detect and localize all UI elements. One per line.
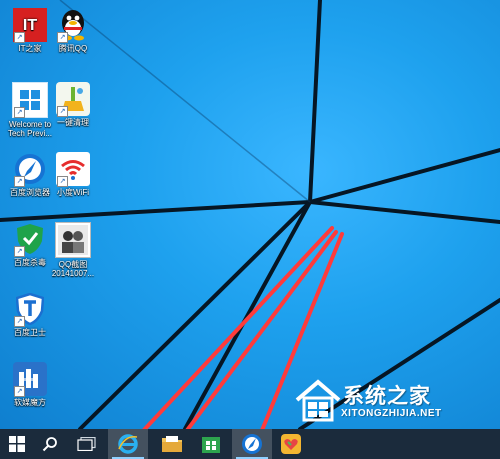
heart-icon <box>281 434 301 454</box>
icon-label: 百度卫士 <box>14 328 46 337</box>
screenshot-thumbnail-icon <box>55 222 91 258</box>
windows-logo-icon: ↗ <box>12 82 48 118</box>
desktop-icon-xiaodu-wifi[interactable]: ↗ 小度WiFi <box>45 152 101 197</box>
icon-label: 腾讯QQ <box>58 44 88 53</box>
desktop: IT ↗ IT之家 ↗ 腾讯QQ ↗ Welcome to Tech Previ… <box>0 0 500 429</box>
qq-penguin-icon: ↗ <box>56 8 90 43</box>
ie-icon <box>118 434 138 454</box>
it-home-icon: IT ↗ <box>13 8 47 43</box>
task-view-icon <box>77 437 96 451</box>
watermark-url: XITONGZHIJIA.NET <box>341 408 442 419</box>
taskbar-file-explorer[interactable] <box>152 429 192 459</box>
store-icon <box>202 437 220 453</box>
task-view-button[interactable] <box>66 429 108 459</box>
baidu-browser-icon: ↗ <box>13 152 47 187</box>
taskbar-internet-explorer[interactable] <box>108 429 148 459</box>
search-icon <box>42 437 57 452</box>
desktop-icon-ruanmei-cube[interactable]: ↗ 软媒魔方 <box>2 362 58 407</box>
desktop-icon-qq-screenshot[interactable]: QQ截图20141007... <box>45 222 101 278</box>
folder-icon <box>162 436 182 452</box>
watermark-house-logo <box>295 379 341 422</box>
watermark: 系统之家 XITONGZHIJIA.NET <box>293 376 498 428</box>
taskbar-baidu-browser[interactable] <box>232 429 272 459</box>
desktop-icon-baidu-guard[interactable]: ↗ 百度卫士 <box>2 292 58 337</box>
taskbar <box>0 429 500 459</box>
windows-start-icon <box>9 436 25 452</box>
wifi-icon: ↗ <box>56 152 90 187</box>
baidu-antivirus-shield-icon: ↗ <box>13 222 47 257</box>
icon-label: QQ截图20141007... <box>51 260 95 278</box>
desktop-icon-one-key-clean[interactable]: ↗ 一键清理 <box>45 82 101 127</box>
wallpaper <box>0 0 500 429</box>
taskbar-app-heart[interactable] <box>272 429 310 459</box>
ruanmei-cube-icon: ↗ <box>13 362 47 397</box>
search-button[interactable] <box>34 429 66 459</box>
start-button[interactable] <box>0 429 34 459</box>
icon-label: 小度WiFi <box>57 188 89 197</box>
baidu-guard-shield-icon: ↗ <box>13 292 47 327</box>
icon-label: 一键清理 <box>57 118 89 127</box>
taskbar-store[interactable] <box>192 429 230 459</box>
watermark-title: 系统之家 <box>343 384 431 408</box>
baidu-browser-icon <box>242 434 262 454</box>
icon-label: 软媒魔方 <box>14 398 46 407</box>
broom-clean-icon: ↗ <box>56 82 90 117</box>
desktop-icon-qq[interactable]: ↗ 腾讯QQ <box>45 8 101 53</box>
